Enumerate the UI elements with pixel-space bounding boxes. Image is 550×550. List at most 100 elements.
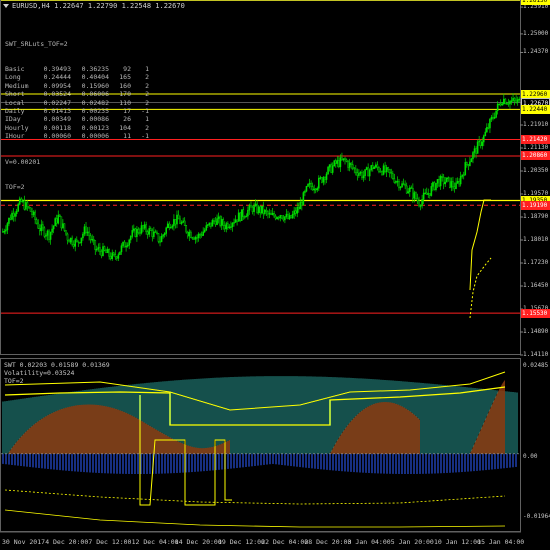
candle-body xyxy=(277,217,280,219)
info-cell: 1 xyxy=(145,115,149,124)
candle-body xyxy=(102,246,104,256)
candle-body xyxy=(34,211,36,220)
candle-body xyxy=(359,171,362,174)
candle-body xyxy=(316,187,319,191)
candle-body xyxy=(422,192,425,200)
candle-body xyxy=(456,181,459,184)
candle-body xyxy=(324,177,326,180)
info-cell: Medium xyxy=(5,81,29,90)
candle-body xyxy=(356,172,359,176)
candle-body xyxy=(351,164,354,169)
candle-body xyxy=(207,224,209,226)
candle-body xyxy=(136,228,138,237)
candle-body xyxy=(304,190,306,193)
candle-body xyxy=(151,230,154,237)
candle-body xyxy=(237,212,240,222)
info-row: Short 0.03524 0.06006 170 2 xyxy=(5,90,149,98)
info-cell: 0.01413 xyxy=(43,107,71,116)
candle-body xyxy=(117,254,120,259)
candle-body xyxy=(105,250,107,254)
info-cell: 0.00235 xyxy=(81,107,109,116)
candle-body xyxy=(504,98,507,105)
candle-body xyxy=(211,220,214,227)
candle-body xyxy=(487,127,490,129)
candle-body xyxy=(230,226,232,229)
candle-body xyxy=(313,188,315,191)
info-cell: 0.00118 xyxy=(43,123,71,132)
info-cell: 0.00060 xyxy=(43,132,71,141)
candle-body xyxy=(247,209,249,217)
candle-body xyxy=(364,169,366,176)
candle-body xyxy=(390,172,393,174)
candle-body xyxy=(489,118,491,129)
candle-body xyxy=(299,202,302,210)
info-cell: 0.15960 xyxy=(81,81,109,90)
candle-body xyxy=(392,173,394,179)
candle-body xyxy=(245,215,248,218)
time-label: 14 Dec 20:00 xyxy=(174,538,222,546)
candle-body xyxy=(327,166,329,175)
candle-body xyxy=(270,212,272,216)
candle-body xyxy=(347,161,349,168)
indicator-band-lower xyxy=(4,489,506,505)
info-cell: 0.09954 xyxy=(43,81,71,90)
candle-body xyxy=(302,192,305,206)
candle-body xyxy=(308,182,311,185)
candle-body xyxy=(122,241,124,246)
candle-body xyxy=(63,223,66,231)
candle-body xyxy=(82,233,84,239)
candle-body xyxy=(503,98,505,104)
candle-body xyxy=(416,198,419,202)
time-label: 12 Dec 04:00 xyxy=(131,538,179,546)
dropdown-arrow-icon[interactable] xyxy=(3,4,9,8)
info-cell: Long xyxy=(5,73,21,82)
candle-body xyxy=(333,160,336,167)
candle-body xyxy=(472,152,474,160)
candle-body xyxy=(452,181,454,188)
candle-body xyxy=(11,212,13,220)
candle-body xyxy=(166,223,169,229)
candle-body xyxy=(260,205,263,214)
info-cell: 0.02247 xyxy=(43,98,71,107)
candle-body xyxy=(1,231,4,233)
candle-body xyxy=(213,220,215,222)
candle-body xyxy=(254,203,257,206)
time-label: 10 Jan 12:00 xyxy=(434,538,481,546)
candle-body xyxy=(271,213,274,216)
candle-body xyxy=(470,158,473,163)
candle-body xyxy=(55,218,58,224)
candle-body xyxy=(296,206,299,214)
info-panel-label: SWT_SRLuts_TOF=2 xyxy=(5,39,68,48)
candle-body xyxy=(29,207,32,212)
candle-body xyxy=(281,215,283,219)
candle-body xyxy=(126,244,129,247)
time-label: 4 Dec 20:00 xyxy=(45,538,89,546)
candle-body xyxy=(86,231,89,234)
candle-body xyxy=(186,231,189,237)
candle-body xyxy=(282,217,285,221)
info-cell: Hourly xyxy=(5,123,29,132)
candle-body xyxy=(179,218,181,224)
candle-body xyxy=(509,100,511,105)
candle-body xyxy=(72,244,75,247)
info-row: Long 0.24444 0.40404 165 2 xyxy=(5,73,149,81)
candle-body xyxy=(375,164,377,168)
candle-body xyxy=(413,192,416,199)
candle-body xyxy=(65,230,67,235)
candle-body xyxy=(449,177,451,188)
candle-body xyxy=(129,236,132,241)
info-row: IHour 0.00060 0.00006 11 -1 xyxy=(5,132,149,140)
candle-body xyxy=(276,217,278,220)
info-cell: -1 xyxy=(141,107,149,116)
indicator-band-bottom xyxy=(4,509,506,528)
candle-body xyxy=(464,162,467,176)
candle-body xyxy=(51,228,53,233)
candle-body xyxy=(116,256,118,259)
candle-body xyxy=(378,167,380,172)
candle-body xyxy=(6,223,9,231)
candle-body xyxy=(373,166,376,170)
volatility-text: Volatility=0.03524 xyxy=(4,369,75,378)
time-label: 7 Dec 12:00 xyxy=(88,538,132,546)
candle-body xyxy=(367,167,369,177)
candle-body xyxy=(38,228,41,232)
